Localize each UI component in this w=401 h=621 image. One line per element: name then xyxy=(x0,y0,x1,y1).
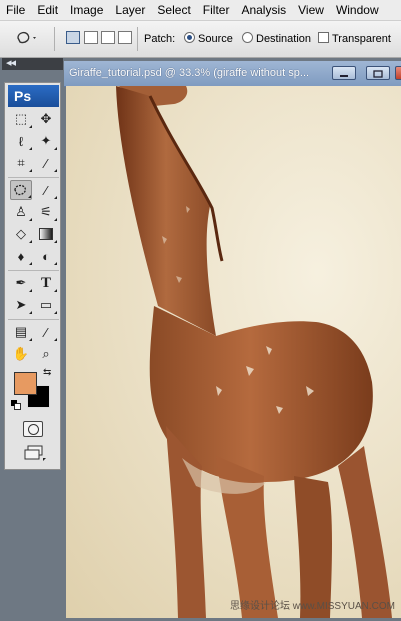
document-title: Giraffe_tutorial.psd @ 33.3% (giraffe wi… xyxy=(69,67,310,79)
gradient-tool[interactable] xyxy=(35,224,57,244)
options-separator xyxy=(137,27,138,51)
tool-preset-picker[interactable] xyxy=(14,28,36,48)
brush-icon: ⁄ xyxy=(44,182,48,198)
notes-tool[interactable]: ▤ xyxy=(10,322,32,342)
shape-icon: ▭ xyxy=(39,297,53,312)
minimize-icon xyxy=(340,75,348,77)
hand-icon: ✋ xyxy=(12,346,30,361)
eyedropper-tool[interactable]: ⁄ xyxy=(35,322,57,342)
source-label: Source xyxy=(198,33,233,45)
options-bar: Patch: Source Destination Transparent xyxy=(0,21,401,58)
pen-icon: ✒ xyxy=(15,275,27,290)
close-button[interactable] xyxy=(395,66,401,80)
foreground-color-swatch[interactable] xyxy=(14,372,37,395)
destination-label: Destination xyxy=(256,33,312,45)
subtract-from-selection-button[interactable] xyxy=(101,31,115,44)
photoshop-logo: Ps xyxy=(8,85,59,107)
menu-layer[interactable]: Layer xyxy=(109,3,151,17)
blur-tool[interactable]: ♦ xyxy=(10,246,32,266)
marquee-icon: ⬚ xyxy=(14,111,28,126)
dodge-tool[interactable]: ◐ xyxy=(35,246,57,266)
zoom-tool[interactable]: ⌕ xyxy=(35,344,57,364)
blur-icon: ♦ xyxy=(17,248,25,264)
maximize-button[interactable] xyxy=(366,66,390,80)
maximize-icon xyxy=(373,70,383,78)
type-tool[interactable]: T xyxy=(35,273,57,293)
screen-mode-button[interactable] xyxy=(23,445,47,461)
source-radio[interactable] xyxy=(184,32,195,43)
toolbox-separator xyxy=(8,319,59,320)
toolbox-header[interactable]: ◂◂ xyxy=(2,56,63,70)
patch-icon xyxy=(14,184,27,196)
clone-stamp-icon: ♙ xyxy=(15,204,27,219)
quick-mask-button[interactable] xyxy=(23,421,43,437)
brush-tool[interactable]: ⁄ xyxy=(35,180,57,200)
type-icon: T xyxy=(40,274,51,291)
menu-image[interactable]: Image xyxy=(64,3,109,17)
toolbox: Ps ⬚ ✥ ℓ ✦ ⌗ ⁄ ⁄ ♙ ⚟ ◇ ♦ ◐ ✒ T ➤ ▭ ▤ ⁄ ✋… xyxy=(4,82,61,470)
document-window: Giraffe_tutorial.psd @ 33.3% (giraffe wi… xyxy=(64,61,401,621)
menu-bar: File Edit Image Layer Select Filter Anal… xyxy=(0,0,401,21)
magic-wand-tool[interactable]: ✦ xyxy=(35,131,57,151)
patch-label: Patch: xyxy=(144,33,176,45)
path-selection-icon: ➤ xyxy=(15,297,27,312)
lasso-icon: ℓ xyxy=(18,133,24,149)
default-colors-icon[interactable] xyxy=(11,400,21,410)
shape-tool[interactable]: ▭ xyxy=(35,295,57,315)
giraffe-image xyxy=(116,86,392,618)
menu-window[interactable]: Window xyxy=(330,3,385,17)
path-selection-tool[interactable]: ➤ xyxy=(10,295,32,315)
history-brush-tool[interactable]: ⚟ xyxy=(35,202,57,222)
watermark-text: 思缘设计论坛 www.MISSYUAN.COM xyxy=(229,601,395,612)
eyedropper-color-icon: ⁄ xyxy=(44,324,48,340)
transparent-label: Transparent xyxy=(332,33,391,45)
lasso-tool[interactable]: ℓ xyxy=(10,131,32,151)
menu-file[interactable]: File xyxy=(0,3,31,17)
dodge-icon: ◐ xyxy=(42,248,50,264)
new-selection-button[interactable] xyxy=(66,31,80,44)
hand-tool[interactable]: ✋ xyxy=(10,344,32,364)
move-icon: ✥ xyxy=(40,111,52,126)
intersect-selection-button[interactable] xyxy=(118,31,132,44)
history-brush-icon: ⚟ xyxy=(40,204,52,219)
toolbox-separator xyxy=(8,177,59,178)
magic-wand-icon: ✦ xyxy=(40,133,52,148)
menu-analysis[interactable]: Analysis xyxy=(235,3,292,17)
destination-radio[interactable] xyxy=(242,32,253,43)
menu-filter[interactable]: Filter xyxy=(197,3,236,17)
eraser-icon: ◇ xyxy=(16,226,26,241)
options-separator xyxy=(54,27,55,51)
menu-view[interactable]: View xyxy=(292,3,330,17)
minimize-button[interactable] xyxy=(332,66,356,80)
patch-preset-icon xyxy=(17,31,36,44)
transparent-checkbox[interactable] xyxy=(318,32,329,43)
notes-icon: ▤ xyxy=(14,324,28,339)
eyedropper-icon: ⁄ xyxy=(44,155,48,171)
pen-tool[interactable]: ✒ xyxy=(10,273,32,293)
menu-select[interactable]: Select xyxy=(151,3,196,17)
move-tool[interactable]: ✥ xyxy=(35,109,57,129)
document-titlebar[interactable]: Giraffe_tutorial.psd @ 33.3% (giraffe wi… xyxy=(64,61,401,87)
marquee-tool[interactable]: ⬚ xyxy=(10,109,32,129)
toolbox-separator xyxy=(8,270,59,271)
add-to-selection-button[interactable] xyxy=(84,31,98,44)
crop-icon: ⌗ xyxy=(17,155,25,170)
swap-colors-icon[interactable]: ⇆ xyxy=(43,367,51,378)
zoom-icon: ⌕ xyxy=(42,346,50,361)
eraser-tool[interactable]: ◇ xyxy=(10,224,32,244)
document-canvas[interactable]: 思缘设计论坛 www.MISSYUAN.COM xyxy=(66,86,401,618)
collapse-arrows-icon[interactable]: ◂◂ xyxy=(6,56,16,69)
menu-edit[interactable]: Edit xyxy=(31,3,64,17)
patch-tool[interactable] xyxy=(10,180,32,200)
clone-stamp-tool[interactable]: ♙ xyxy=(10,202,32,222)
crop-tool[interactable]: ⌗ xyxy=(10,153,32,173)
slice-tool[interactable]: ⁄ xyxy=(35,153,57,173)
gradient-icon xyxy=(39,228,53,240)
